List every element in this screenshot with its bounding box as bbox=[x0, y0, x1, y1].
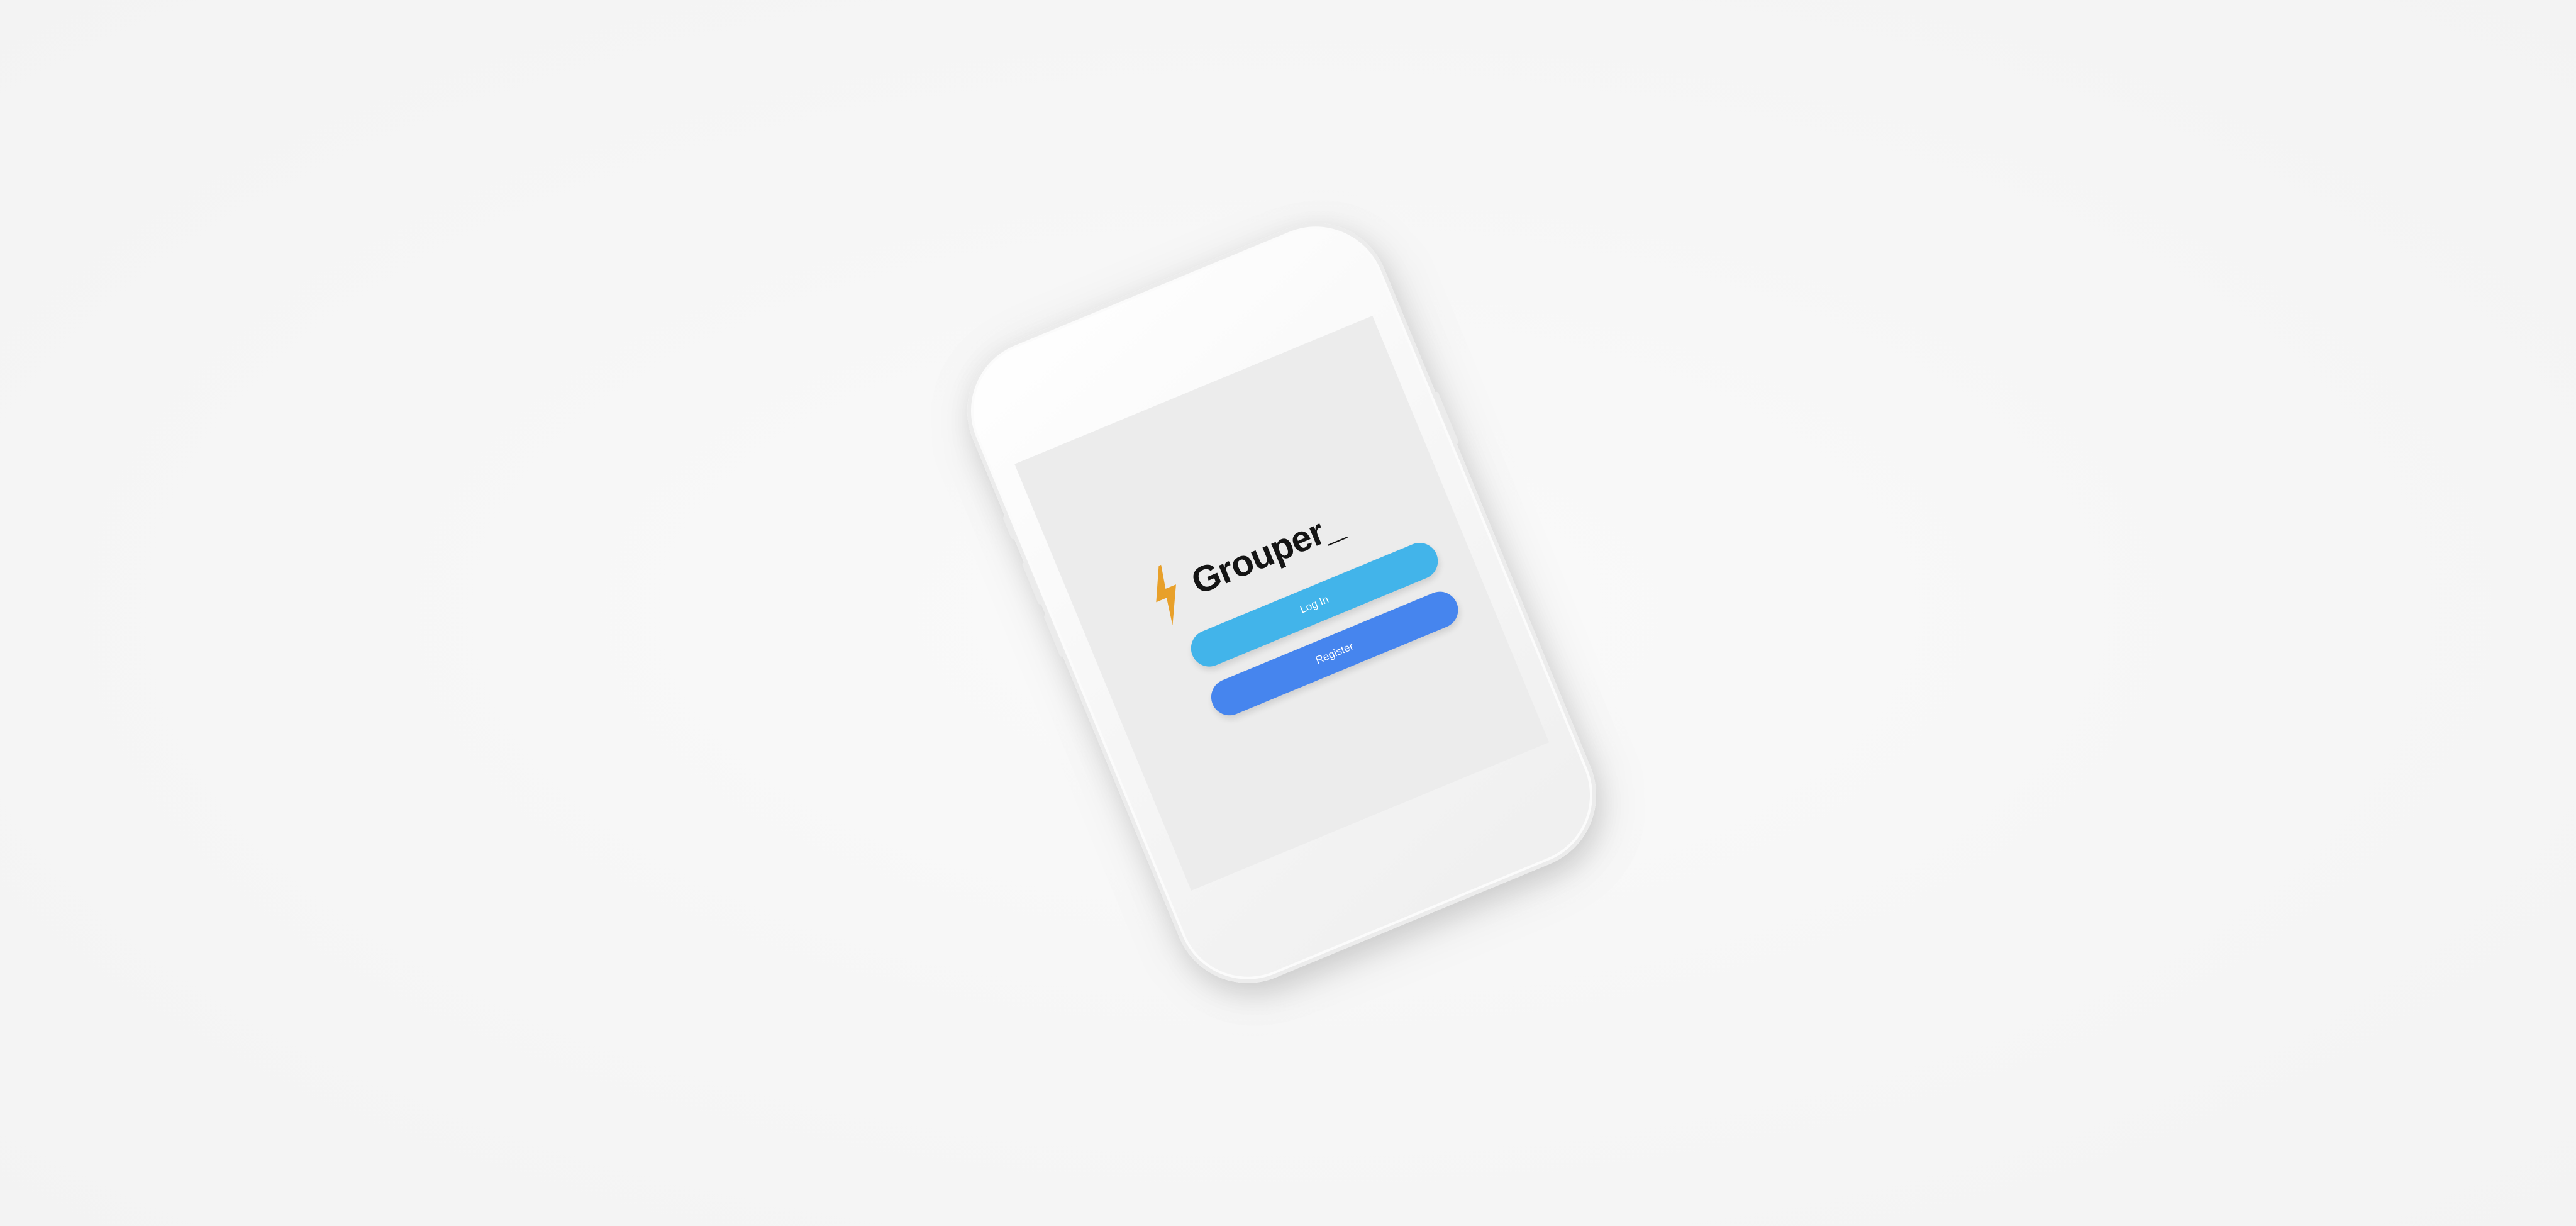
mockup-background: Grouper_ Log In Register bbox=[0, 0, 2576, 1226]
register-button-label: Register bbox=[1314, 640, 1355, 667]
phone-volume-up-button bbox=[1021, 561, 1044, 606]
app-screen: Grouper_ Log In Register bbox=[1014, 316, 1550, 891]
phone-side-button bbox=[1002, 515, 1017, 540]
login-button-label: Log In bbox=[1298, 593, 1331, 616]
lightning-bolt-icon bbox=[1156, 564, 1176, 626]
phone-power-button bbox=[1433, 391, 1460, 445]
phone-volume-down-button bbox=[1043, 613, 1065, 658]
